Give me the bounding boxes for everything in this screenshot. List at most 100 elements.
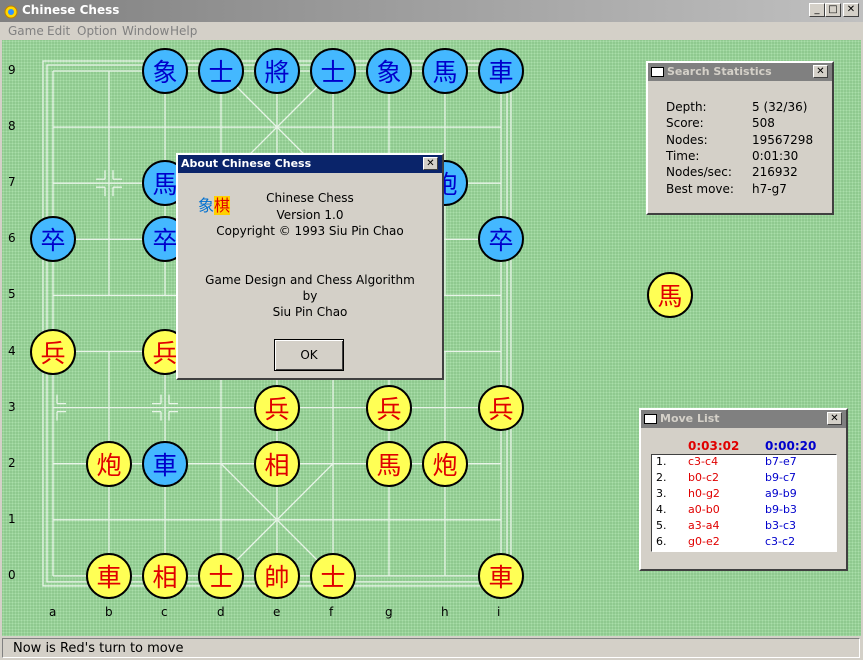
search-statistics-window: Search Statistics ✕ Depth: 5 (32/36) Score…: [646, 61, 834, 215]
red-piece-b2[interactable]: 炮: [86, 440, 132, 487]
blue-piece-f9[interactable]: 士: [310, 48, 356, 94]
rank-label: 0: [8, 567, 16, 582]
search-statistics-titlebar[interactable]: Search Statistics ✕: [648, 63, 832, 81]
rank-label: 4: [8, 343, 16, 358]
app-title: Chinese Chess: [22, 3, 120, 17]
file-label: c: [161, 605, 168, 619]
blue-piece-i6[interactable]: 卒: [478, 216, 524, 263]
about-version: Version 1.0: [276, 208, 344, 222]
app-icon[interactable]: [4, 4, 18, 19]
menu-edit[interactable]: Edit: [47, 24, 70, 38]
rank-label: 9: [8, 63, 16, 77]
file-label: i: [497, 605, 501, 619]
file-label: g: [385, 605, 393, 619]
about-dialog-titlebar[interactable]: About Chinese Chess ✕: [178, 155, 442, 173]
close-icon[interactable]: ✕: [813, 65, 828, 78]
stat-value: 19567298: [752, 132, 814, 147]
move-row[interactable]: 1. c3-c4 b7-e7: [652, 455, 836, 471]
blue-piece-i9[interactable]: 車: [478, 48, 524, 94]
move-number: 6.: [656, 535, 667, 548]
red-move: h0-g2: [688, 487, 720, 500]
close-icon[interactable]: ✕: [827, 412, 842, 425]
stat-label: Nodes/sec:: [666, 165, 732, 180]
app-title-bar[interactable]: Chinese Chess _ □ ✕: [0, 0, 863, 22]
file-label: e: [273, 605, 281, 619]
ok-button[interactable]: OK: [274, 339, 344, 371]
move-row[interactable]: 2. b0-c2 b9-c7: [652, 471, 836, 487]
rank-label: 8: [8, 119, 16, 134]
blue-move: a9-b9: [765, 487, 797, 500]
stat-value: 508: [752, 116, 775, 131]
stat-label: Time:: [666, 148, 700, 163]
red-piece-f0[interactable]: 士: [310, 552, 356, 599]
blue-piece-d9[interactable]: 士: [198, 48, 244, 94]
red-piece-g2[interactable]: 馬: [366, 440, 412, 487]
blue-piece-c9[interactable]: 象: [142, 48, 188, 94]
blue-move: b3-c3: [765, 519, 796, 532]
red-piece-e3[interactable]: 兵: [254, 384, 300, 431]
menu-window[interactable]: Window: [122, 24, 169, 38]
rank-label: 7: [8, 175, 16, 190]
blue-move: b9-c7: [765, 471, 796, 484]
stat-value: 0:01:30: [752, 148, 799, 163]
file-label: a: [49, 605, 57, 619]
red-piece-h2[interactable]: 炮: [422, 440, 468, 487]
about-credit-by: by: [302, 289, 318, 303]
about-copyright: Copyright © 1993 Siu Pin Chao: [216, 224, 404, 238]
red-piece-c0[interactable]: 相: [142, 552, 188, 599]
blue-piece-g9[interactable]: 象: [366, 48, 412, 94]
move-row[interactable]: 4. a0-b0 b9-b3: [652, 503, 836, 519]
rank-label: 2: [8, 455, 16, 470]
maximize-icon[interactable]: □: [825, 3, 841, 17]
move-row[interactable]: 3. h0-g2 a9-b9: [652, 487, 836, 503]
blue-move: c3-c2: [765, 535, 796, 548]
blue-piece-e9[interactable]: 將: [254, 48, 300, 94]
blue-clock: 0:00:20: [765, 439, 817, 453]
red-piece-i3[interactable]: 兵: [478, 384, 524, 431]
menu-option[interactable]: Option: [77, 24, 117, 38]
blue-piece-a6[interactable]: 卒: [30, 216, 76, 263]
search-statistics-title: Search Statistics: [667, 65, 772, 78]
move-list-titlebar[interactable]: Move List ✕: [641, 410, 846, 428]
move-number: 1.: [656, 455, 667, 468]
stat-value: 5 (32/36): [752, 100, 808, 114]
move-list-window: Move List ✕ 0:03:02 0:00:20 1. c3-c4 b7-e7…: [639, 408, 848, 571]
move-number: 3.: [656, 487, 667, 500]
red-move: c3-c4: [688, 455, 719, 468]
stat-label: Nodes:: [666, 132, 708, 147]
file-label: d: [217, 605, 225, 619]
move-list[interactable]: 1. c3-c4 b7-e7 2. b0-c2 b9-c7 3. h0-g2 a9-b9 4. a0…: [651, 454, 837, 552]
file-label: f: [329, 605, 334, 619]
status-bar: Now is Red's turn to move: [2, 638, 860, 658]
red-piece-e0[interactable]: 帥: [254, 552, 300, 599]
close-icon[interactable]: ✕: [843, 3, 859, 17]
menu-game[interactable]: Game: [8, 24, 44, 38]
red-piece-d0[interactable]: 士: [198, 552, 244, 599]
stat-value: 216932: [752, 165, 798, 180]
move-number: 2.: [656, 471, 667, 484]
captured-piece[interactable]: 馬: [647, 272, 693, 318]
red-piece-b0[interactable]: 車: [86, 552, 132, 599]
move-row[interactable]: 6. g0-e2 c3-c2: [652, 535, 836, 551]
red-move: b0-c2: [688, 471, 719, 484]
file-label: h: [441, 605, 449, 619]
about-app-name: Chinese Chess: [266, 191, 354, 205]
blue-piece-h9[interactable]: 馬: [422, 48, 468, 94]
menu-bar: Game Edit Option Window Help: [0, 22, 863, 40]
red-clock: 0:03:02: [688, 439, 740, 453]
move-row[interactable]: 5. a3-a4 b3-c3: [652, 519, 836, 535]
menu-help[interactable]: Help: [170, 24, 197, 38]
blue-move: b9-b3: [765, 503, 797, 516]
red-piece-i0[interactable]: 車: [478, 552, 524, 599]
stat-label: Depth:: [666, 100, 707, 114]
red-piece-g3[interactable]: 兵: [366, 384, 412, 431]
red-piece-e2[interactable]: 相: [254, 440, 300, 487]
red-move: a0-b0: [688, 503, 720, 516]
red-piece-a4[interactable]: 兵: [30, 328, 76, 375]
close-icon[interactable]: ✕: [423, 157, 438, 170]
rank-label: 3: [8, 399, 16, 414]
file-label: b: [105, 605, 113, 619]
red-move: a3-a4: [688, 519, 720, 532]
minimize-icon[interactable]: _: [809, 3, 825, 17]
blue-piece-c2[interactable]: 車: [142, 440, 188, 487]
